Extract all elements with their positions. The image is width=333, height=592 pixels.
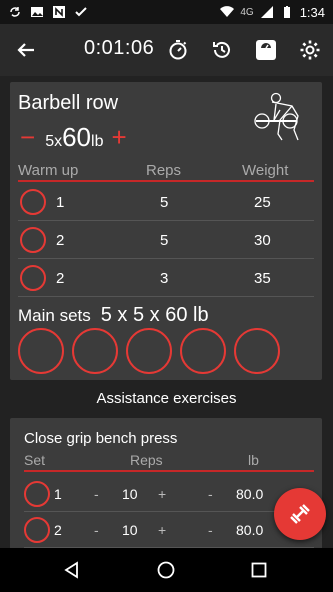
sync-icon [10, 7, 20, 17]
dumbbell-icon [290, 504, 310, 524]
decrease-lb-button[interactable]: - [208, 522, 213, 538]
assistance-set-checkbox[interactable] [24, 517, 50, 543]
decrease-reps-button[interactable]: - [94, 522, 99, 538]
main-set-button[interactable] [72, 328, 118, 374]
assistance-reps: 10 [122, 522, 138, 538]
main-sets-summary: Main sets 5 x 5 x 60 lb [18, 304, 209, 327]
warmup-set-number: 1 [56, 194, 65, 211]
warmup-reps: 3 [160, 270, 169, 287]
exercise-card: Barbell row − 5x 60 lb + Warm up Reps We… [10, 82, 322, 380]
exercise-title: Barbell row [18, 92, 119, 114]
warmup-set-checkbox[interactable] [20, 227, 46, 253]
warmup-set-checkbox[interactable] [20, 265, 46, 291]
decrease-reps-button[interactable]: - [94, 486, 99, 502]
warmup-weight: 30 [254, 232, 271, 249]
warmup-reps: 5 [160, 232, 169, 249]
status-bar: 4G 1:34 [0, 0, 333, 24]
network-type: 4G [240, 6, 254, 18]
warmup-table-header: Warm up Reps Weight [18, 162, 314, 182]
weight-unit: lb [91, 133, 104, 150]
nav-back-button[interactable] [52, 548, 92, 592]
lb-header: lb [248, 452, 259, 468]
weigh-in-button[interactable] [246, 24, 286, 76]
warmup-reps: 5 [160, 194, 169, 211]
main-set-button[interactable] [234, 328, 280, 374]
weight-control: − 5x 60 lb + [20, 122, 127, 153]
wifi-icon [220, 6, 235, 17]
weight-header: Weight [242, 162, 289, 179]
assistance-card: Close grip bench press Set Reps lb 1 - 1… [10, 418, 322, 550]
warmup-set-number: 2 [56, 232, 65, 249]
signal-icon [260, 6, 273, 18]
reps-header: Reps [130, 452, 163, 468]
nav-recents-button[interactable] [239, 548, 279, 592]
sets-reps-label: 5x [45, 133, 63, 150]
assistance-lb: 80.0 [236, 486, 264, 502]
assistance-row: 1 - 10 + - 80.0 [24, 476, 314, 512]
set-header: Set [24, 452, 46, 468]
increase-reps-button[interactable]: + [158, 486, 166, 502]
workout-timer: 0:01:06 [84, 37, 155, 59]
battery-icon [283, 6, 290, 18]
assistance-set-number: 2 [54, 522, 62, 538]
reps-header: Reps [146, 162, 182, 179]
main-sets-label: Main sets [18, 306, 91, 325]
main-sets-buttons [18, 328, 280, 374]
check-icon [75, 7, 87, 17]
assistance-lb: 80.0 [236, 522, 264, 538]
assistance-set-number: 1 [54, 486, 62, 502]
barbell-row-figure-icon [254, 92, 299, 141]
assistance-exercise-title: Close grip bench press [24, 430, 178, 447]
scale-icon [256, 40, 276, 60]
working-weight[interactable]: 60 [62, 122, 91, 153]
main-set-button[interactable] [18, 328, 64, 374]
history-button[interactable] [202, 24, 242, 76]
assistance-reps: 10 [122, 486, 138, 502]
square-recents-icon [251, 562, 267, 578]
assistance-table-header: Set Reps lb [24, 452, 314, 472]
plate-calculator-fab[interactable] [274, 488, 326, 540]
warmup-header: Warm up [18, 162, 79, 179]
history-icon [213, 41, 230, 58]
warmup-row: 2 3 35 [18, 259, 314, 297]
image-icon [31, 7, 43, 17]
back-button[interactable] [6, 24, 46, 76]
system-nav-bar [0, 548, 333, 592]
n-app-icon [53, 6, 65, 18]
gear-icon [300, 40, 320, 60]
assistance-set-checkbox[interactable] [24, 481, 50, 507]
main-set-button[interactable] [126, 328, 172, 374]
settings-button[interactable] [290, 24, 330, 76]
warmup-row: 1 5 25 [18, 183, 314, 221]
assistance-section-title: Assistance exercises [96, 390, 237, 407]
circle-home-icon [157, 561, 175, 579]
main-set-button[interactable] [180, 328, 226, 374]
increase-weight-button[interactable]: + [111, 122, 126, 153]
decrease-weight-button[interactable]: − [20, 122, 35, 153]
warmup-weight: 25 [254, 194, 271, 211]
decrease-lb-button[interactable]: - [208, 486, 213, 502]
increase-reps-button[interactable]: + [158, 522, 166, 538]
main-sets-value: 5 x 5 x 60 lb [100, 304, 209, 326]
warmup-row: 2 5 30 [18, 221, 314, 259]
triangle-back-icon [64, 561, 78, 579]
clock: 1:34 [299, 4, 325, 20]
toolbar: 0:01:06 [0, 24, 333, 76]
warmup-weight: 35 [254, 270, 271, 287]
arrow-back-icon [17, 43, 34, 57]
nav-home-button[interactable] [146, 548, 186, 592]
warmup-set-number: 2 [56, 270, 65, 287]
warmup-set-checkbox[interactable] [20, 189, 46, 215]
assistance-row: 2 - 10 + - 80.0 [24, 512, 314, 548]
stopwatch-icon [169, 40, 187, 60]
rest-timer-button[interactable] [158, 24, 198, 76]
